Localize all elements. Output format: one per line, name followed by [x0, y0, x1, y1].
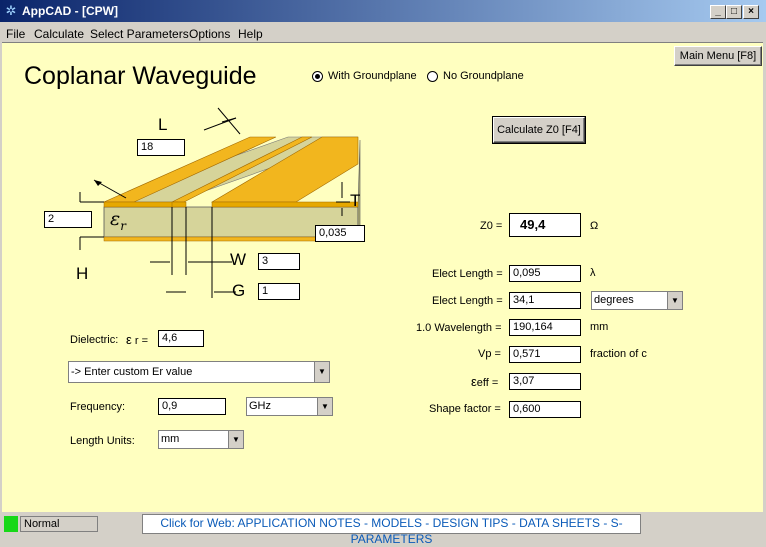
menu-select-parameters[interactable]: Select Parameters	[90, 27, 189, 41]
appcad-app-icon[interactable]: ✲	[4, 4, 18, 18]
no-groundplane-radio[interactable]	[427, 71, 438, 82]
length-units-value: mm	[161, 433, 180, 445]
shape-factor-label: Shape factor =	[429, 403, 501, 415]
gap-input[interactable]: 1	[258, 283, 300, 300]
z0-output: 49,4	[509, 213, 581, 237]
status-indicator-icon	[4, 516, 18, 532]
restore-button[interactable]: □	[726, 5, 742, 19]
l-arrowhead-left	[94, 180, 102, 186]
main-menu-button[interactable]: Main Menu [F8]	[674, 46, 762, 66]
elect-length-wl-output: 0,095	[509, 265, 581, 282]
frequency-unit-select[interactable]: GHz ▼	[246, 397, 333, 416]
frequency-label: Frequency:	[70, 401, 126, 413]
w-label: W	[230, 250, 247, 269]
er-symbol: ε	[126, 332, 132, 347]
wavelength-unit: mm	[590, 321, 609, 333]
thickness-input[interactable]: 0,035	[315, 225, 365, 242]
elect-length-deg-label: Elect Length =	[432, 295, 503, 307]
width-input[interactable]: 3	[258, 253, 300, 270]
wavelength-label: 1.0 Wavelength =	[416, 322, 502, 334]
t-label: T	[350, 191, 361, 210]
with-groundplane-radio[interactable]	[312, 71, 323, 82]
vp-unit: fraction of c	[590, 348, 647, 360]
dielectric-label: Dielectric:	[70, 334, 119, 346]
eeff-output: 3,07	[509, 373, 581, 390]
cpw-diagram	[79, 107, 361, 298]
frequency-input[interactable]: 0,9	[158, 398, 226, 415]
epsilon-sub: r	[120, 218, 126, 233]
material-dropdown-button[interactable]: ▼	[314, 362, 329, 382]
center-strip-edge	[171, 201, 187, 208]
elect-length-label: Elect Length =	[432, 268, 503, 280]
left-ground-edge	[103, 201, 179, 208]
epsilon-symbol: ε	[110, 208, 121, 230]
menu-file[interactable]: File	[6, 27, 25, 41]
length-input[interactable]: 18	[137, 139, 185, 156]
frequency-unit-value: GHz	[249, 400, 271, 412]
er-equals-label: ε r =	[126, 332, 148, 347]
radio-selected-dot	[315, 74, 320, 79]
elect-length-wl-unit: λ	[590, 267, 596, 279]
length-units-label: Length Units:	[70, 435, 135, 447]
height-input[interactable]: 2	[44, 211, 92, 228]
h-label: H	[76, 264, 89, 283]
angle-unit-value: degrees	[594, 294, 634, 306]
angle-unit-select[interactable]: degrees ▼	[591, 291, 683, 310]
l-extension	[217, 107, 241, 135]
er-sub: r =	[134, 335, 149, 347]
eeff-label: εeff =	[471, 374, 498, 389]
menu-help[interactable]: Help	[238, 27, 263, 41]
elect-length-deg-output: 34,1	[509, 292, 581, 309]
wavelength-output: 190,164	[509, 319, 581, 336]
z0-unit: Ω	[590, 220, 599, 232]
page-title: Coplanar Waveguide	[24, 62, 257, 90]
menu-options[interactable]: Options	[189, 27, 230, 41]
length-units-select[interactable]: mm ▼	[158, 430, 244, 449]
window-title: AppCAD - [CPW]	[22, 4, 118, 18]
close-button[interactable]: ×	[743, 5, 759, 19]
z0-label: Z0 =	[480, 220, 503, 232]
l-label: L	[158, 115, 168, 134]
angle-unit-dropdown-button[interactable]: ▼	[667, 292, 682, 309]
right-ground-edge	[211, 201, 359, 208]
length-units-dropdown-button[interactable]: ▼	[228, 431, 243, 448]
with-groundplane-label: With Groundplane	[328, 70, 417, 82]
calculate-z0-button[interactable]: Calculate Z0 [F4]	[492, 116, 586, 144]
web-link-button[interactable]: Click for Web: APPLICATION NOTES - MODEL…	[142, 514, 641, 546]
no-groundplane-label: No Groundplane	[443, 70, 524, 82]
g-label: G	[232, 281, 246, 300]
eeff-sub: eff =	[476, 377, 499, 389]
vp-label: Vp =	[478, 348, 501, 360]
status-text: Normal	[20, 516, 98, 532]
material-select-value: -> Enter custom Er value	[71, 366, 193, 378]
dielectric-input[interactable]: 4,6	[158, 330, 204, 347]
frequency-unit-dropdown-button[interactable]: ▼	[317, 398, 332, 415]
material-select[interactable]: -> Enter custom Er value ▼	[68, 361, 330, 383]
shape-factor-output: 0,600	[509, 401, 581, 418]
minimize-button[interactable]: _	[710, 5, 726, 19]
vp-output: 0,571	[509, 346, 581, 363]
epsilon-r-symbol: εr	[110, 208, 126, 233]
menu-calculate[interactable]: Calculate	[34, 27, 84, 41]
